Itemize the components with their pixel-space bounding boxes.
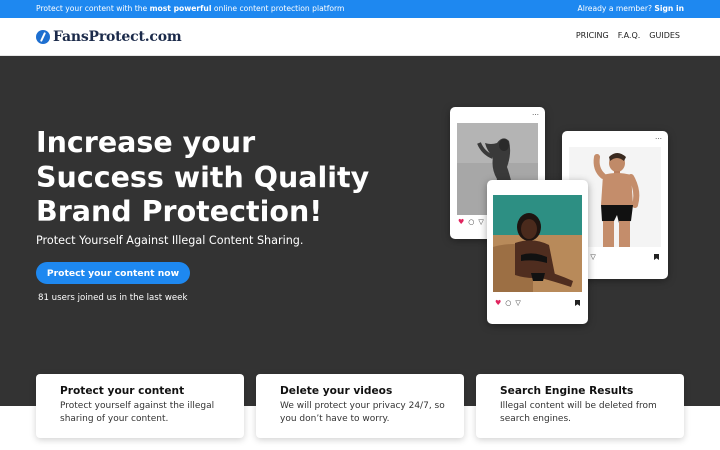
hero-subline: Protect Yourself Against Illegal Content…: [36, 234, 304, 247]
headline-line-3: Brand Protection!: [36, 195, 323, 228]
headline-line-2: Success with Quality: [36, 160, 370, 194]
announcement-strong: most powerful: [149, 4, 212, 13]
users-joined-text: 81 users joined us in the last week: [38, 293, 188, 303]
feature-text: Illegal content will be deleted from sea…: [500, 401, 657, 424]
logo-icon: [36, 30, 50, 44]
nav-link-guides[interactable]: GUIDES: [649, 31, 680, 40]
landing-page: Protect your content with the most power…: [0, 0, 720, 450]
nav-menu: PRICING F.A.Q. GUIDES: [576, 31, 680, 40]
feature-card-protect: Protect your content Protect yourself ag…: [36, 374, 244, 438]
post-photo-2: [493, 195, 582, 292]
post-actions-2: ♥ ○ ▽: [495, 300, 521, 307]
member-prompt: Already a member? Sign in: [578, 4, 684, 13]
main-nav: FansProtect.com PRICING F.A.Q. GUIDES: [0, 18, 720, 56]
announcement-text: Protect your content with the most power…: [36, 4, 344, 13]
bookmark-icon[interactable]: [654, 254, 659, 260]
sign-in-link[interactable]: Sign in: [654, 4, 684, 13]
announcement-post: online content protection platform: [211, 4, 345, 13]
feature-card-search: Search Engine Results Illegal content wi…: [476, 374, 684, 438]
share-icon[interactable]: ▽: [590, 254, 595, 261]
bookmark-icon[interactable]: [575, 300, 580, 306]
post-card-2: ♥ ○ ▽: [487, 180, 588, 324]
logo-text: FansProtect.com: [53, 29, 182, 45]
feature-card-delete: Delete your videos We will protect your …: [256, 374, 464, 438]
announcement-bar: Protect your content with the most power…: [0, 0, 720, 18]
feature-text: Protect yourself against the illegal sha…: [60, 401, 215, 424]
headline-line-1: Increase your: [36, 126, 256, 159]
comment-icon[interactable]: ○: [468, 219, 474, 226]
comment-icon[interactable]: ○: [505, 300, 511, 307]
announcement-pre: Protect your content with the: [36, 4, 150, 13]
share-icon[interactable]: ▽: [515, 300, 520, 307]
feature-text: We will protect your privacy 24/7, so yo…: [280, 401, 445, 424]
nav-link-pricing[interactable]: PRICING: [576, 31, 609, 40]
heart-icon[interactable]: ♥: [458, 219, 464, 226]
photo-illustration: [493, 195, 582, 292]
feature-row: Protect your content Protect yourself ag…: [0, 374, 720, 444]
more-icon: …: [655, 133, 662, 141]
nav-link-faq[interactable]: F.A.Q.: [618, 31, 641, 40]
member-text: Already a member?: [577, 4, 655, 13]
feature-title: Search Engine Results: [500, 385, 634, 397]
feature-title: Delete your videos: [280, 385, 393, 397]
site-logo[interactable]: FansProtect.com: [36, 29, 182, 45]
more-icon: …: [532, 109, 539, 117]
protect-content-button[interactable]: Protect your content now: [36, 262, 190, 284]
heart-icon[interactable]: ♥: [495, 300, 501, 307]
share-icon[interactable]: ▽: [478, 219, 483, 226]
feature-title: Protect your content: [60, 385, 185, 397]
post-actions-1: ♥ ○ ▽: [458, 219, 484, 226]
hero-section: Increase your Success with Quality Brand…: [0, 56, 720, 406]
hero-headline: Increase your Success with Quality Brand…: [36, 126, 396, 230]
